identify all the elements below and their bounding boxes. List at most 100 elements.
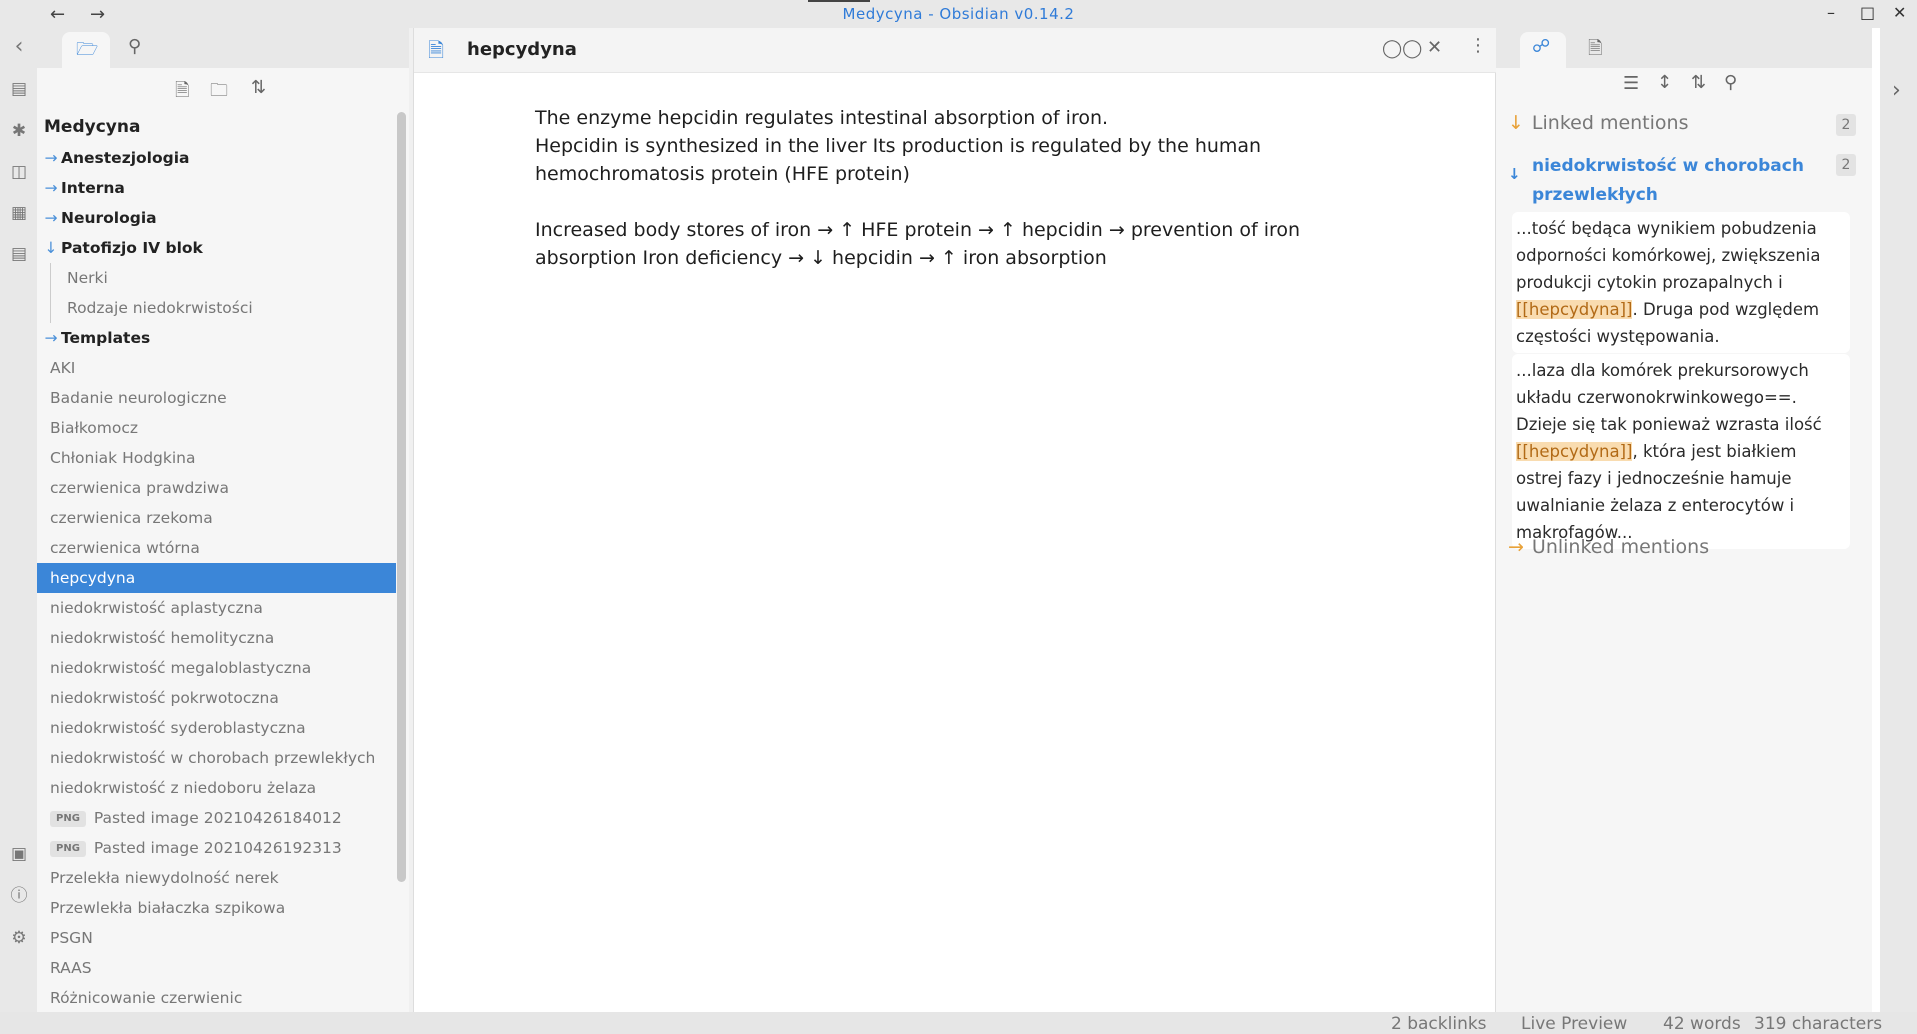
file-item[interactable]: czerwienica wtórna	[37, 533, 396, 563]
slides-icon[interactable]: ◫	[8, 161, 30, 183]
file-item[interactable]: Białkomocz	[37, 413, 396, 443]
backlink-snippet[interactable]: ...tość będąca wynikiem pobudzenia odpor…	[1512, 212, 1850, 353]
more-options-icon[interactable]: ⋮	[1469, 35, 1487, 56]
collapse-left-icon[interactable]: ‹	[8, 36, 30, 58]
file-rodzaje-niedokrwistosci[interactable]: Rodzaje niedokrwistości	[50, 293, 397, 323]
backlink-file[interactable]: ↓ niedokrwistość w chorobach przewlekłyc…	[1508, 152, 1828, 210]
minimize-icon[interactable]: –	[1827, 3, 1835, 22]
chevron-right-icon: →	[44, 179, 58, 197]
file-item[interactable]: niedokrwistość syderoblastyczna	[37, 713, 396, 743]
left-tab-bar: 🗁 ⚲	[37, 28, 409, 68]
reading-mode-icon[interactable]: ◯◯	[1382, 38, 1422, 59]
close-window-icon[interactable]: ✕	[1893, 3, 1906, 22]
editor-mode[interactable]: Live Preview	[1521, 1014, 1627, 1034]
backlink-file-name[interactable]: niedokrwistość w chorobach przewlekłych	[1508, 152, 1828, 210]
outgoing-links-icon[interactable]: 🗎	[1588, 36, 1602, 66]
folder-anestezjologia[interactable]: → Anestezjologia	[37, 143, 396, 173]
chevron-right-icon: →	[44, 329, 58, 347]
expand-right-icon[interactable]: ›	[1892, 78, 1901, 103]
file-item[interactable]: czerwienica rzekoma	[37, 503, 396, 533]
collapse-results-icon[interactable]: ☰	[1623, 73, 1639, 94]
ribbon: ‹ ▤ ✱ ◫ ▦ ▤ ▣ ⓘ ⚙	[0, 28, 37, 1012]
word-count: 42 words	[1663, 1014, 1741, 1034]
chevron-down-icon: ↓	[1508, 165, 1521, 183]
maximize-icon[interactable]: □	[1860, 3, 1875, 22]
vault-name: Medycyna	[44, 117, 141, 137]
file-nerki[interactable]: Nerki	[50, 263, 397, 293]
file-item[interactable]: RAAS	[37, 953, 396, 983]
wikilink[interactable]: [[hepcydyna]]	[1516, 300, 1633, 319]
file-item-png[interactable]: PNG Pasted image 20210426192313	[37, 833, 396, 863]
backlinks-count[interactable]: 2 backlinks	[1391, 1014, 1487, 1034]
folder-templates[interactable]: → Templates	[37, 323, 396, 353]
vault-icon[interactable]: ▣	[8, 843, 30, 865]
title-bar: ← → Medycyna - Obsidian v0.14.2 – □ ✕	[0, 0, 1917, 28]
file-item[interactable]: AKI	[37, 353, 396, 383]
file-item-active[interactable]: hepcydyna	[37, 563, 396, 593]
show-more-context-icon[interactable]: ↕	[1657, 72, 1672, 93]
explorer-toolbar: 🗎 🗀 ⇅	[37, 68, 409, 113]
paragraph-1[interactable]: The enzyme hepcidin regulates intestinal…	[535, 104, 1355, 188]
backlink-snippet[interactable]: ...laza dla komórek prekursorowych układ…	[1512, 354, 1850, 549]
close-icon[interactable]: ✕	[1427, 37, 1442, 58]
folder-interna[interactable]: → Interna	[37, 173, 396, 203]
chevron-down-icon: ↓	[1508, 112, 1524, 134]
file-explorer-pane: 🗁 ⚲ 🗎 🗀 ⇅ Medycyna → Anestezjologia → Inte…	[37, 28, 409, 1012]
folder-neurologia[interactable]: → Neurologia	[37, 203, 396, 233]
file-tree: Medycyna → Anestezjologia → Interna → Neuro…	[37, 113, 397, 1012]
file-icon: 🗎	[428, 38, 445, 62]
new-note-icon[interactable]: 🗎	[175, 78, 189, 108]
right-scrollbar[interactable]	[1872, 28, 1880, 1012]
new-folder-icon[interactable]: 🗀	[210, 78, 228, 108]
templates-icon[interactable]: ▤	[8, 243, 30, 265]
note-title[interactable]: hepcydyna	[467, 39, 577, 60]
title-indicator	[808, 0, 870, 2]
chevron-right-icon: →	[44, 149, 58, 167]
backlinks-icon[interactable]: ☍	[1532, 36, 1550, 57]
file-item[interactable]: Przewlekła białaczka szpikowa	[37, 893, 396, 923]
open-quick-switcher-icon[interactable]: ▤	[8, 78, 30, 100]
file-item[interactable]: Przelekła niewydolność nerek	[37, 863, 396, 893]
folder-icon[interactable]: 🗁	[76, 37, 98, 67]
settings-icon[interactable]: ⚙	[8, 927, 30, 949]
file-item[interactable]: czerwienica prawdziwa	[37, 473, 396, 503]
file-item[interactable]: niedokrwistość w chorobach przewlekłych	[37, 743, 396, 773]
png-badge: PNG	[50, 840, 86, 857]
character-count: 319 characters	[1754, 1014, 1883, 1034]
explorer-scrollbar[interactable]	[397, 112, 406, 882]
file-item[interactable]: PSGN	[37, 923, 396, 953]
file-item[interactable]: niedokrwistość pokrwotoczna	[37, 683, 396, 713]
sort-icon[interactable]: ⇅	[251, 77, 266, 98]
file-item[interactable]: Różnicowanie czerwienic	[37, 983, 396, 1012]
file-item[interactable]: niedokrwistość z niedoboru żelaza	[37, 773, 396, 803]
sort-icon[interactable]: ⇅	[1691, 72, 1706, 93]
file-item[interactable]: niedokrwistość hemolityczna	[37, 623, 396, 653]
linked-count-badge: 2	[1836, 114, 1856, 136]
chevron-right-icon: →	[1508, 536, 1524, 558]
paragraph-2[interactable]: Increased body stores of iron → ↑ HFE pr…	[535, 216, 1355, 272]
chevron-down-icon: ↓	[44, 239, 58, 257]
file-item[interactable]: Chłoniak Hodgkina	[37, 443, 396, 473]
folder-patofizjo[interactable]: ↓ Patofizjo IV blok	[37, 233, 396, 263]
linked-mentions-header[interactable]: ↓ Linked mentions	[1508, 112, 1688, 134]
graph-view-icon[interactable]: ✱	[8, 120, 30, 142]
png-badge: PNG	[50, 810, 86, 827]
search-icon[interactable]: ⚲	[1724, 72, 1737, 93]
file-item[interactable]: niedokrwistość aplastyczna	[37, 593, 396, 623]
file-item[interactable]: niedokrwistość megaloblastyczna	[37, 653, 396, 683]
window-title: Medycyna - Obsidian v0.14.2	[842, 5, 1075, 23]
editor-header: 🗎 hepcydyna ◯◯ ✕ ⋮	[414, 28, 1497, 73]
backlinks-pane: ☍ 🗎 ☰ ↕ ⇅ ⚲ ↓ Linked mentions 2 ↓ niedokr…	[1496, 28, 1872, 1012]
file-item-png[interactable]: PNG Pasted image 20210426184012	[37, 803, 396, 833]
file-count-badge: 2	[1836, 154, 1856, 176]
help-icon[interactable]: ⓘ	[8, 885, 30, 907]
chevron-right-icon: →	[44, 209, 58, 227]
unlinked-mentions-header[interactable]: → Unlinked mentions	[1508, 536, 1709, 558]
file-item[interactable]: Badanie neurologiczne	[37, 383, 396, 413]
wikilink[interactable]: [[hepcydyna]]	[1516, 442, 1633, 461]
status-bar: 2 backlinks Live Preview 42 words 319 ch…	[0, 1012, 1917, 1034]
search-icon[interactable]: ⚲	[128, 36, 141, 57]
right-tab-bar: ☍ 🗎	[1496, 28, 1872, 68]
note-content[interactable]: The enzyme hepcidin regulates intestinal…	[535, 104, 1355, 300]
calendar-icon[interactable]: ▦	[8, 202, 30, 224]
